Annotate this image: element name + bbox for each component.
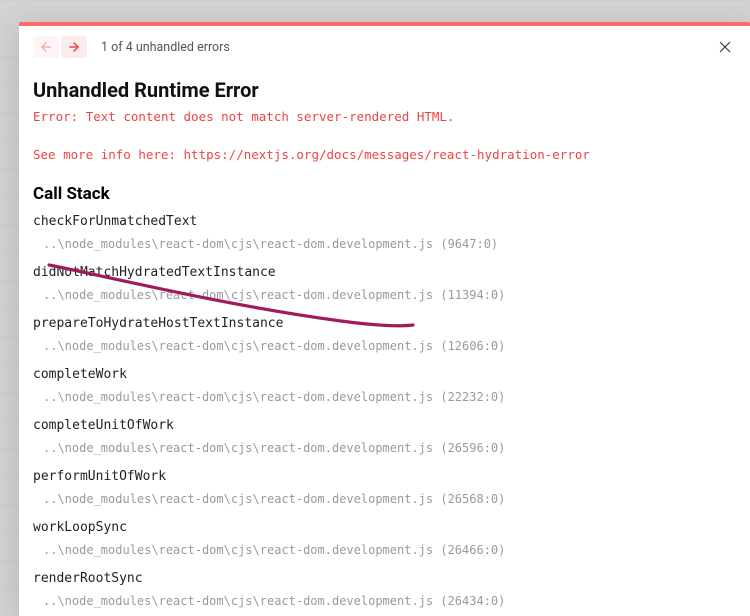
error-counter: 1 of 4 unhandled errors (101, 40, 230, 55)
error-nav (33, 36, 87, 58)
info-link[interactable]: https://nextjs.org/docs/messages/react-h… (184, 147, 590, 162)
stack-location: ..\node_modules\react-dom\cjs\react-dom.… (33, 288, 736, 302)
error-prefix: Error: (33, 109, 86, 124)
stack-location: ..\node_modules\react-dom\cjs\react-dom.… (33, 543, 736, 557)
stack-fn: workLoopSync (33, 520, 736, 535)
overlay-body: Unhandled Runtime Error Error: Text cont… (19, 66, 750, 616)
error-message-line: Error: Text content does not match serve… (33, 108, 736, 127)
stack-location: ..\node_modules\react-dom\cjs\react-dom.… (33, 492, 736, 506)
stack-location: ..\node_modules\react-dom\cjs\react-dom.… (33, 390, 736, 404)
call-stack-heading: Call Stack (33, 184, 736, 204)
error-overlay: 1 of 4 unhandled errors Unhandled Runtim… (19, 22, 750, 616)
stack-location: ..\node_modules\react-dom\cjs\react-dom.… (33, 441, 736, 455)
stack-fn: completeUnitOfWork (33, 418, 736, 433)
stack-frame: performUnitOfWork ..\node_modules\react-… (33, 469, 736, 506)
error-title: Unhandled Runtime Error (33, 78, 736, 102)
arrow-right-icon (67, 40, 81, 54)
stack-location: ..\node_modules\react-dom\cjs\react-dom.… (33, 594, 736, 608)
stack-fn: didNotMatchHydratedTextInstance (33, 265, 736, 280)
stack-location: ..\node_modules\react-dom\cjs\react-dom.… (33, 237, 736, 251)
overlay-header: 1 of 4 unhandled errors (19, 26, 750, 66)
close-icon (717, 39, 733, 55)
stack-frame: checkForUnmatchedText ..\node_modules\re… (33, 214, 736, 251)
next-error-button[interactable] (61, 36, 87, 58)
error-info-line: See more info here: https://nextjs.org/d… (33, 147, 736, 162)
close-button[interactable] (714, 36, 736, 58)
stack-frame: completeUnitOfWork ..\node_modules\react… (33, 418, 736, 455)
stack-frame: workLoopSync ..\node_modules\react-dom\c… (33, 520, 736, 557)
stack-fn: completeWork (33, 367, 736, 382)
stack-fn: performUnitOfWork (33, 469, 736, 484)
prev-error-button[interactable] (33, 36, 59, 58)
stack-frame: renderRootSync ..\node_modules\react-dom… (33, 571, 736, 608)
stack-frame: didNotMatchHydratedTextInstance ..\node_… (33, 265, 736, 302)
error-message: Text content does not match server-rende… (86, 109, 455, 124)
arrow-left-icon (39, 40, 53, 54)
stack-frame: completeWork ..\node_modules\react-dom\c… (33, 367, 736, 404)
stack-fn: checkForUnmatchedText (33, 214, 736, 229)
stack-location: ..\node_modules\react-dom\cjs\react-dom.… (33, 339, 736, 353)
stack-fn: prepareToHydrateHostTextInstance (33, 316, 736, 331)
stack-frame: prepareToHydrateHostTextInstance ..\node… (33, 316, 736, 353)
info-prefix: See more info here: (33, 147, 184, 162)
stack-fn: renderRootSync (33, 571, 736, 586)
